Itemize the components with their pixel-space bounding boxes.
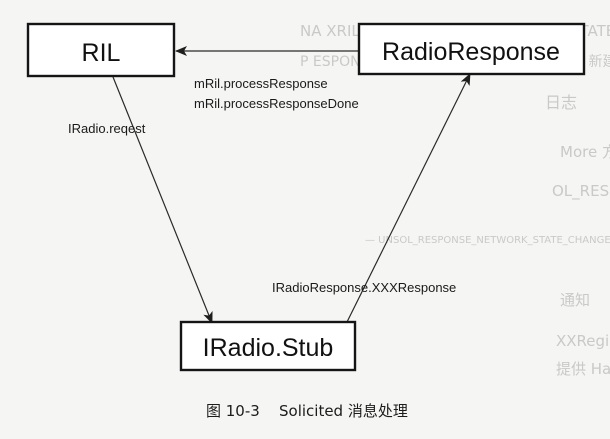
node-ril: RIL	[26, 22, 176, 78]
bleed-line: OL_RESPONSE_NETWORK_STATE_CHANGED 日志	[552, 182, 610, 201]
edge-label-radio-response: IRadioResponse.XXXResponse	[272, 280, 456, 295]
node-radio-response: RadioResponse	[357, 22, 586, 76]
bleed-line: 提供 Handler 对象在 handleMessage 方法中接收 Messa	[556, 360, 610, 378]
bleed-line: XXRegistrants 和 mXXXRegistrant 对象列表消息	[556, 332, 610, 350]
edge-label-process-response-done: mRil.processResponseDone	[194, 96, 359, 111]
edge-label-radio-request: IRadio.reqest	[68, 121, 146, 136]
bleed-line: 通知	[560, 291, 590, 309]
arrow-ril-to-stub	[112, 76, 213, 324]
edge-label-process-response: mRil.processResponse	[194, 76, 328, 91]
node-radio-stub-label: IRadio.Stub	[203, 334, 334, 362]
node-ril-label: RIL	[82, 39, 121, 67]
figure-caption: 图 10-3 Solicited 消息处理	[206, 402, 408, 420]
figure-page: NA XRIL_UNSOL_RESPONSE_RADIO_STATE_CHANG…	[0, 0, 610, 439]
caption-figure-number: 图 10-3	[206, 402, 260, 420]
bleed-line: 日志	[545, 93, 577, 112]
bleed-line: More 方法记录 UnSolicited RIL 日志，主要 UNSOL 消息	[560, 143, 610, 161]
solicited-flow-diagram: NA XRIL_UNSOL_RESPONSE_RADIO_STATE_CHANG…	[26, 22, 610, 420]
node-radio-response-label: RadioResponse	[382, 38, 560, 66]
caption-title: Solicited 消息处理	[279, 402, 408, 420]
bleed-line: — UNSOL_RESPONSE_NETWORK_STATE_CHANGED	[365, 235, 610, 246]
node-radio-stub: IRadio.Stub	[179, 320, 357, 372]
